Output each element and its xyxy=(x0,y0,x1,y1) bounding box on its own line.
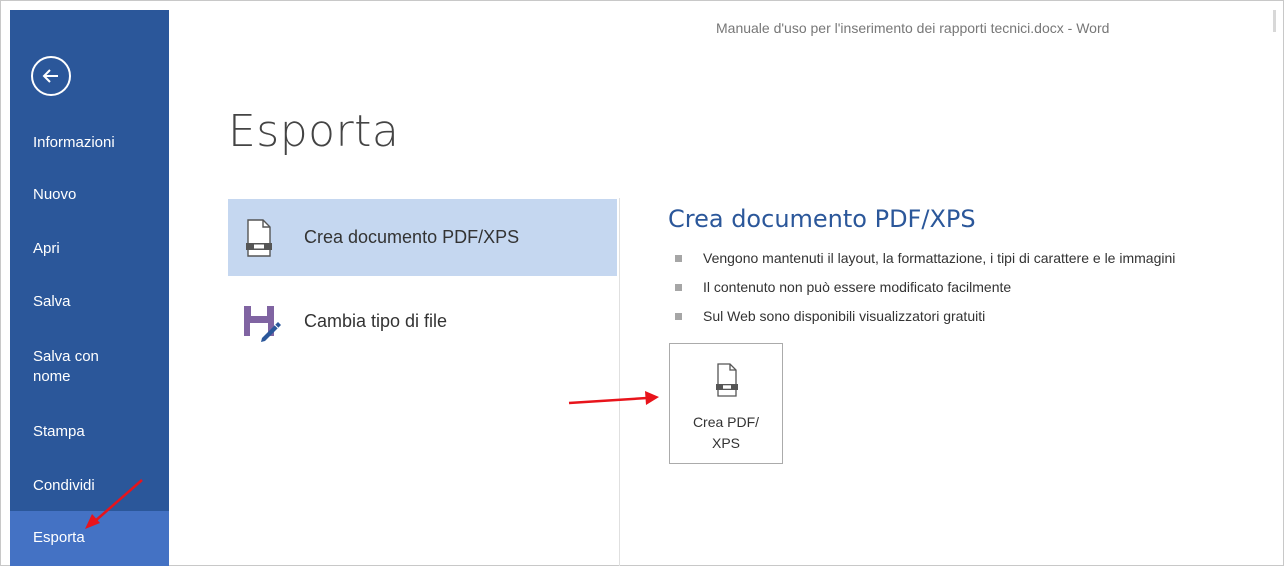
option-crea-pdf-xps[interactable]: Crea documento PDF/XPS xyxy=(228,199,617,276)
annotation-arrow xyxy=(568,391,659,405)
option-cambia-tipo-file[interactable]: Cambia tipo di file xyxy=(228,283,617,360)
nav-item-apri[interactable]: Apri xyxy=(10,239,169,259)
pdf-document-icon xyxy=(246,219,272,257)
annotation-arrow xyxy=(85,479,143,529)
bullet-square-icon xyxy=(675,313,682,320)
save-as-icon xyxy=(244,306,281,342)
nav-item-informazioni[interactable]: Informazioni xyxy=(10,133,169,153)
scrollbar[interactable] xyxy=(1273,10,1276,32)
nav-item-salva[interactable]: Salva xyxy=(10,292,169,312)
bullet-square-icon xyxy=(675,284,682,291)
window-frame xyxy=(0,0,1284,566)
nav-item-salva-con-nome[interactable]: Salva con nome xyxy=(10,347,120,387)
nav-item-nuovo[interactable]: Nuovo xyxy=(10,185,169,205)
pdf-document-icon xyxy=(716,363,738,397)
back-button[interactable] xyxy=(31,56,71,96)
window-title: Manuale d'uso per l'inserimento dei rapp… xyxy=(716,20,1110,36)
bullet-square-icon xyxy=(675,255,682,262)
page-title: Esporta xyxy=(228,106,400,157)
nav-item-stampa[interactable]: Stampa xyxy=(10,422,169,442)
option-label: Cambia tipo di file xyxy=(304,311,448,331)
pane-divider xyxy=(619,198,620,566)
button-label: Crea PDF/XPS xyxy=(692,414,760,451)
option-label: Crea documento PDF/XPS xyxy=(304,227,520,247)
back-arrow-icon xyxy=(42,69,58,83)
section-heading: Crea documento PDF/XPS xyxy=(668,205,976,233)
crea-pdf-xps-button[interactable]: Crea PDF/XPS xyxy=(669,343,783,464)
